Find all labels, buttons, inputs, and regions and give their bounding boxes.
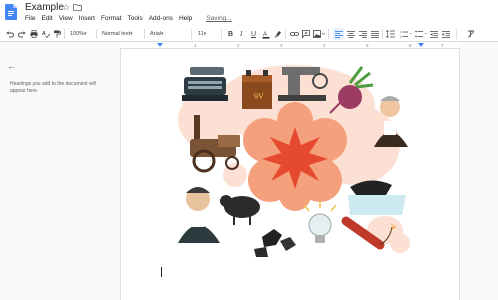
menu-bar: File Edit View Insert Format Tools Add-o…	[25, 15, 238, 25]
star-icon[interactable]: ☆	[62, 2, 70, 13]
menu-help[interactable]: Help	[179, 15, 192, 25]
increase-indent-icon[interactable]	[442, 28, 450, 40]
justify-icon[interactable]	[371, 28, 379, 40]
line-spacing-icon[interactable]	[386, 28, 395, 40]
text-color-icon[interactable]: A	[262, 28, 270, 40]
right-margin-area	[460, 49, 498, 300]
print-icon[interactable]	[30, 28, 38, 40]
italic-icon[interactable]: I	[240, 28, 242, 40]
typewriter-illustration	[182, 67, 228, 101]
ruler-right-indent-marker[interactable]	[418, 43, 424, 47]
menu-insert[interactable]: Insert	[79, 15, 95, 25]
menu-add-ons[interactable]: Add-ons	[149, 15, 173, 25]
man-portrait-left-illustration	[178, 187, 220, 243]
folder-icon[interactable]	[73, 4, 82, 11]
align-right-icon[interactable]	[359, 28, 367, 40]
light-bulb-illustration	[303, 201, 337, 243]
toolbar: A 100% Normal text Arial 11 B I U A 12	[0, 26, 498, 42]
ruler-tick: 4	[323, 43, 326, 48]
title-bar: Example ☆ File Edit View Insert Format T…	[0, 0, 498, 26]
document-outline-panel: ← Headings you add to the document will …	[0, 49, 120, 300]
svg-text:9V: 9V	[254, 92, 264, 101]
menu-edit[interactable]: Edit	[41, 15, 52, 25]
menu-file[interactable]: File	[25, 15, 35, 25]
ruler-tick: 6	[409, 43, 412, 48]
style-select[interactable]: Normal text	[102, 28, 133, 40]
google-docs-window: Example ☆ File Edit View Insert Format T…	[0, 0, 498, 300]
undo-icon[interactable]	[6, 28, 14, 40]
coal-chunks-illustration	[254, 229, 296, 257]
ruler-tick: 2	[237, 43, 240, 48]
zoom-select[interactable]: 100%	[70, 28, 87, 40]
link-icon[interactable]	[290, 28, 299, 40]
ruler-left-indent-marker[interactable]	[157, 43, 163, 47]
ruler-tick: 5	[366, 43, 369, 48]
outline-hint-text: Headings you add to the document will ap…	[10, 81, 96, 94]
document-title[interactable]: Example	[25, 2, 64, 13]
svg-text:1: 1	[400, 30, 402, 34]
ruler-page-area[interactable]: 1 2 3 4 5 6 7	[120, 42, 460, 49]
coal-pile-illustration	[348, 180, 406, 215]
comment-icon[interactable]	[302, 28, 310, 40]
menu-tools[interactable]: Tools	[128, 15, 143, 25]
ruler: 1 2 3 4 5 6 7	[0, 42, 498, 49]
align-left-icon[interactable]	[333, 28, 344, 40]
menu-view[interactable]: View	[59, 15, 73, 25]
highlight-icon[interactable]	[274, 28, 282, 40]
bold-icon[interactable]: B	[228, 28, 233, 40]
battery-illustration: 9V	[242, 70, 272, 109]
docs-logo-icon[interactable]	[5, 4, 17, 20]
sheep-illustration	[220, 195, 260, 225]
font-select[interactable]: Arial	[150, 28, 164, 40]
paint-format-icon[interactable]	[53, 28, 61, 40]
text-cursor	[161, 267, 162, 277]
menu-format[interactable]: Format	[101, 15, 122, 25]
back-arrow-icon[interactable]: ←	[7, 61, 16, 71]
clear-formatting-icon[interactable]	[467, 28, 475, 40]
decrease-indent-icon[interactable]	[430, 28, 438, 40]
inserted-collage-image[interactable]: 9V	[170, 55, 430, 265]
ruler-tick: 7	[441, 43, 444, 48]
spellcheck-icon[interactable]: A	[42, 28, 50, 40]
font-size-select[interactable]: 11	[198, 28, 206, 40]
redo-icon[interactable]	[18, 28, 26, 40]
ruler-tick: 3	[280, 43, 283, 48]
bulleted-list-icon[interactable]	[415, 28, 427, 40]
align-center-icon[interactable]	[347, 28, 355, 40]
image-icon[interactable]	[313, 28, 325, 40]
numbered-list-icon[interactable]: 12	[400, 28, 412, 40]
svg-text:2: 2	[400, 35, 402, 39]
ruler-tick: 1	[194, 43, 197, 48]
saving-status[interactable]: Saving...	[206, 15, 231, 25]
underline-icon[interactable]: U	[251, 28, 256, 40]
